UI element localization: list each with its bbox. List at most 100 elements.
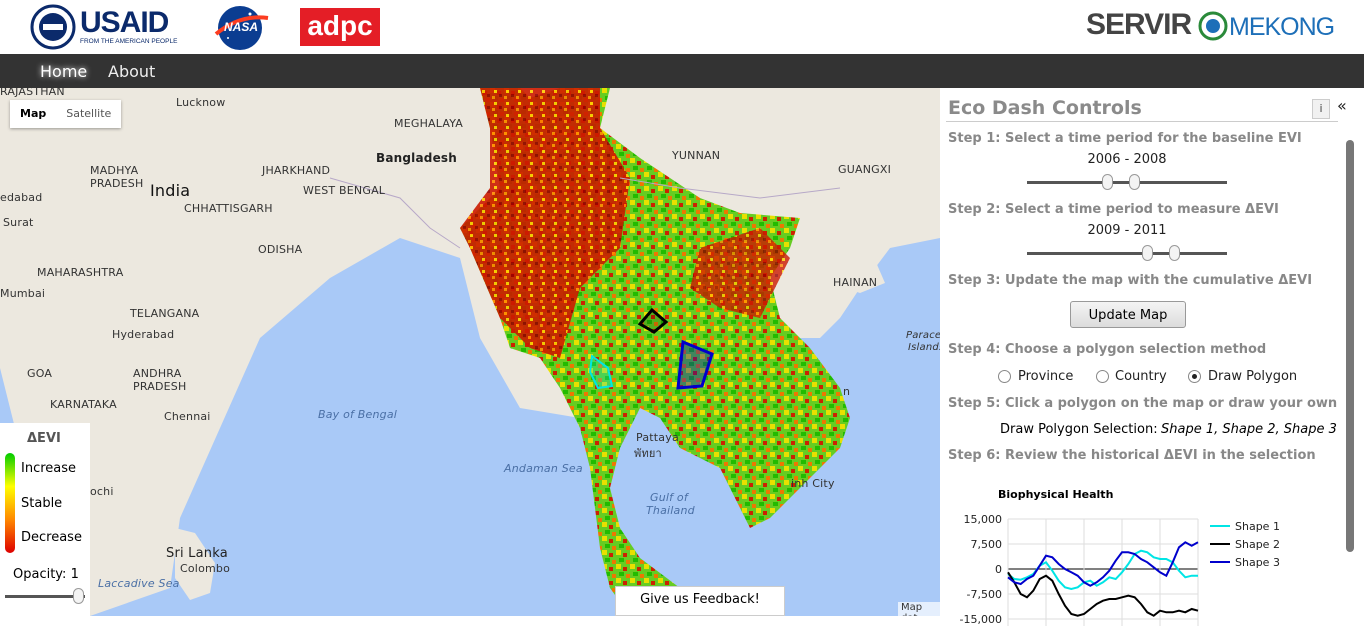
nasa-logo: NASA [210, 4, 272, 54]
adpc-wordmark: adpc [307, 10, 373, 41]
map-label-thailand-gulf: Thailand [646, 504, 695, 517]
map-label-gulf-of: Gulf of [650, 491, 688, 504]
measure-end-handle[interactable] [1168, 245, 1180, 261]
servir-mekong-logo: SERVIR MEKONG [1086, 8, 1346, 48]
step4-label: Step 4: Choose a polygon selection metho… [948, 342, 1267, 357]
adpc-logo: adpc [300, 8, 380, 46]
baseline-range-slider[interactable] [1027, 174, 1227, 190]
polygon-selection-label: Draw Polygon Selection: [1000, 422, 1158, 437]
measure-start-handle[interactable] [1142, 245, 1153, 261]
step1-label: Step 1: Select a time period for the bas… [948, 131, 1302, 146]
map-label-madhya-pradesh: MADHYA PRADESH [90, 164, 144, 190]
legend-increase-label: Increase [21, 461, 77, 476]
province-radio[interactable] [998, 370, 1011, 383]
globe-icon [1198, 11, 1228, 41]
map-type-map-button[interactable]: Map [10, 100, 56, 128]
chart-legend-label: Shape 1 [1235, 520, 1280, 533]
map-label-guangxi: GUANGXI [838, 163, 892, 176]
header: USAID FROM THE AMERICAN PEOPLE NASA adpc… [0, 0, 1364, 54]
chart-y-tick-label: 7,500 [971, 538, 1003, 551]
map-label-hyderabad: Hyderabad [112, 328, 175, 341]
country-radio[interactable] [1096, 370, 1109, 383]
map-label-mumbai: Mumbai [0, 287, 46, 300]
evi-legend: ΔEVI Increase Stable Decrease Opacity: 1 [0, 423, 90, 616]
map-label-chennai: Chennai [164, 410, 211, 423]
feedback-button[interactable]: Give us Feedback! [615, 586, 785, 616]
opacity-slider[interactable] [5, 588, 85, 604]
map-label-islands: Islands [908, 342, 940, 353]
chart-legend-label: Shape 3 [1235, 556, 1280, 569]
map-label-surat: Surat [3, 216, 34, 229]
step6-label: Step 6: Review the historical ΔEVI in th… [948, 448, 1316, 463]
map-label-india: India [150, 181, 191, 200]
step3-label: Step 3: Update the map with the cumulati… [948, 273, 1313, 288]
chart-y-tick-label: -15,000 [960, 613, 1002, 626]
mekong-wordmark: MEKONG [1229, 13, 1335, 41]
chart-title: Biophysical Health [998, 488, 1113, 501]
info-button[interactable]: i [1312, 99, 1330, 119]
nav-home-link[interactable]: Home [40, 62, 87, 81]
nav-bar: Home About [0, 54, 1364, 88]
map-label-laccadive-sea: Laccadive Sea [98, 577, 180, 590]
map-label-meghalaya: MEGHALAYA [394, 117, 464, 130]
panel-title: Eco Dash Controls [948, 97, 1142, 119]
map-label-lucknow: Lucknow [176, 96, 226, 109]
polygon-selection-value: Shape 1, Shape 2, Shape 3 [1161, 422, 1337, 437]
draw-polygon-radio[interactable] [1188, 370, 1201, 383]
legend-decrease-label: Decrease [21, 530, 82, 545]
map-label-west-bengal: WEST BENGAL [303, 184, 386, 197]
map-label-ho-chi-minh-city: inh City [791, 477, 835, 490]
usaid-logo: USAID FROM THE AMERICAN PEOPLE [30, 4, 182, 52]
usaid-wordmark: USAID [80, 6, 169, 39]
opacity-label: Opacity: 1 [13, 567, 79, 582]
map-label-n: n [843, 385, 851, 398]
map-data-attribution[interactable]: Map dat [898, 602, 940, 616]
map-label-ochi: ochi [90, 485, 114, 498]
nasa-wordmark: NASA [224, 20, 259, 34]
legend-title: ΔEVI [27, 431, 61, 446]
map-label-hainan: HAINAN [833, 276, 878, 289]
step2-range-value: 2009 - 2011 [1087, 223, 1167, 238]
eco-dash-controls-panel: Eco Dash Controls i « Step 1: Select a t… [940, 88, 1364, 626]
map-label-colombo: Colombo [180, 562, 231, 575]
map-type-satellite-button[interactable]: Satellite [56, 100, 121, 128]
map-label-chhattisgarh: CHHATTISGARH [184, 202, 273, 215]
map-label-telangana: TELANGANA [130, 307, 200, 320]
map-label-pattaya-thai: พัทยา [634, 447, 662, 460]
update-map-button[interactable]: Update Map [1070, 301, 1186, 328]
map-label-paracel: Paracel [906, 330, 940, 341]
map-label-andhra-pradesh: ANDHRA PRADESH [133, 367, 187, 393]
step5-label: Step 5: Click a polygon on the map or dr… [948, 396, 1338, 411]
chart-y-tick-label: 15,000 [964, 513, 1003, 526]
map-label-maharashtra: MAHARASHTRA [37, 266, 124, 279]
map-label-bangladesh: Bangladesh [376, 151, 458, 165]
step1-range-value: 2006 - 2008 [1087, 152, 1167, 167]
map-label-edabad: edabad [0, 191, 43, 204]
map-label-andaman-sea: Andaman Sea [504, 462, 583, 475]
opacity-slider-handle[interactable] [73, 588, 84, 604]
panel-title-divider [946, 121, 1338, 122]
step2-label: Step 2: Select a time period to measure … [948, 202, 1279, 217]
map-view[interactable]: RAJASTHAN Lucknow Bangladesh MEGHALAYA M… [0, 88, 940, 616]
map-label-bay-of-bengal: Bay of Bengal [318, 408, 398, 421]
measure-range-slider[interactable] [1027, 245, 1227, 261]
map-label-jharkhand: JHARKHAND [262, 164, 331, 177]
baseline-end-handle[interactable] [1128, 174, 1140, 190]
nav-about-link[interactable]: About [108, 62, 155, 81]
biophysical-health-chart: Biophysical Health 15,000 7,500 0 -7,500 -15… [960, 488, 1280, 626]
usaid-tagline: FROM THE AMERICAN PEOPLE [80, 38, 178, 45]
map-type-control: Map Satellite [10, 100, 122, 128]
map-label-odisha: ODISHA [258, 243, 303, 256]
map-label-karnataka: KARNATAKA [50, 398, 117, 411]
servir-wordmark: SERVIR [1086, 8, 1192, 41]
map-label-goa: GOA [27, 367, 53, 380]
collapse-panel-button[interactable]: « [1337, 96, 1347, 115]
chart-series-line-shape-3 [1007, 541, 1199, 587]
legend-stable-label: Stable [21, 496, 63, 511]
baseline-start-handle[interactable] [1102, 174, 1113, 190]
panel-scrollbar[interactable] [1346, 140, 1354, 552]
map-label-yunnan: YUNNAN [672, 149, 721, 162]
chart-y-tick-label: -7,500 [967, 588, 1002, 601]
chart-legend-label: Shape 2 [1235, 538, 1280, 551]
chart-y-tick-label: 0 [995, 563, 1002, 576]
